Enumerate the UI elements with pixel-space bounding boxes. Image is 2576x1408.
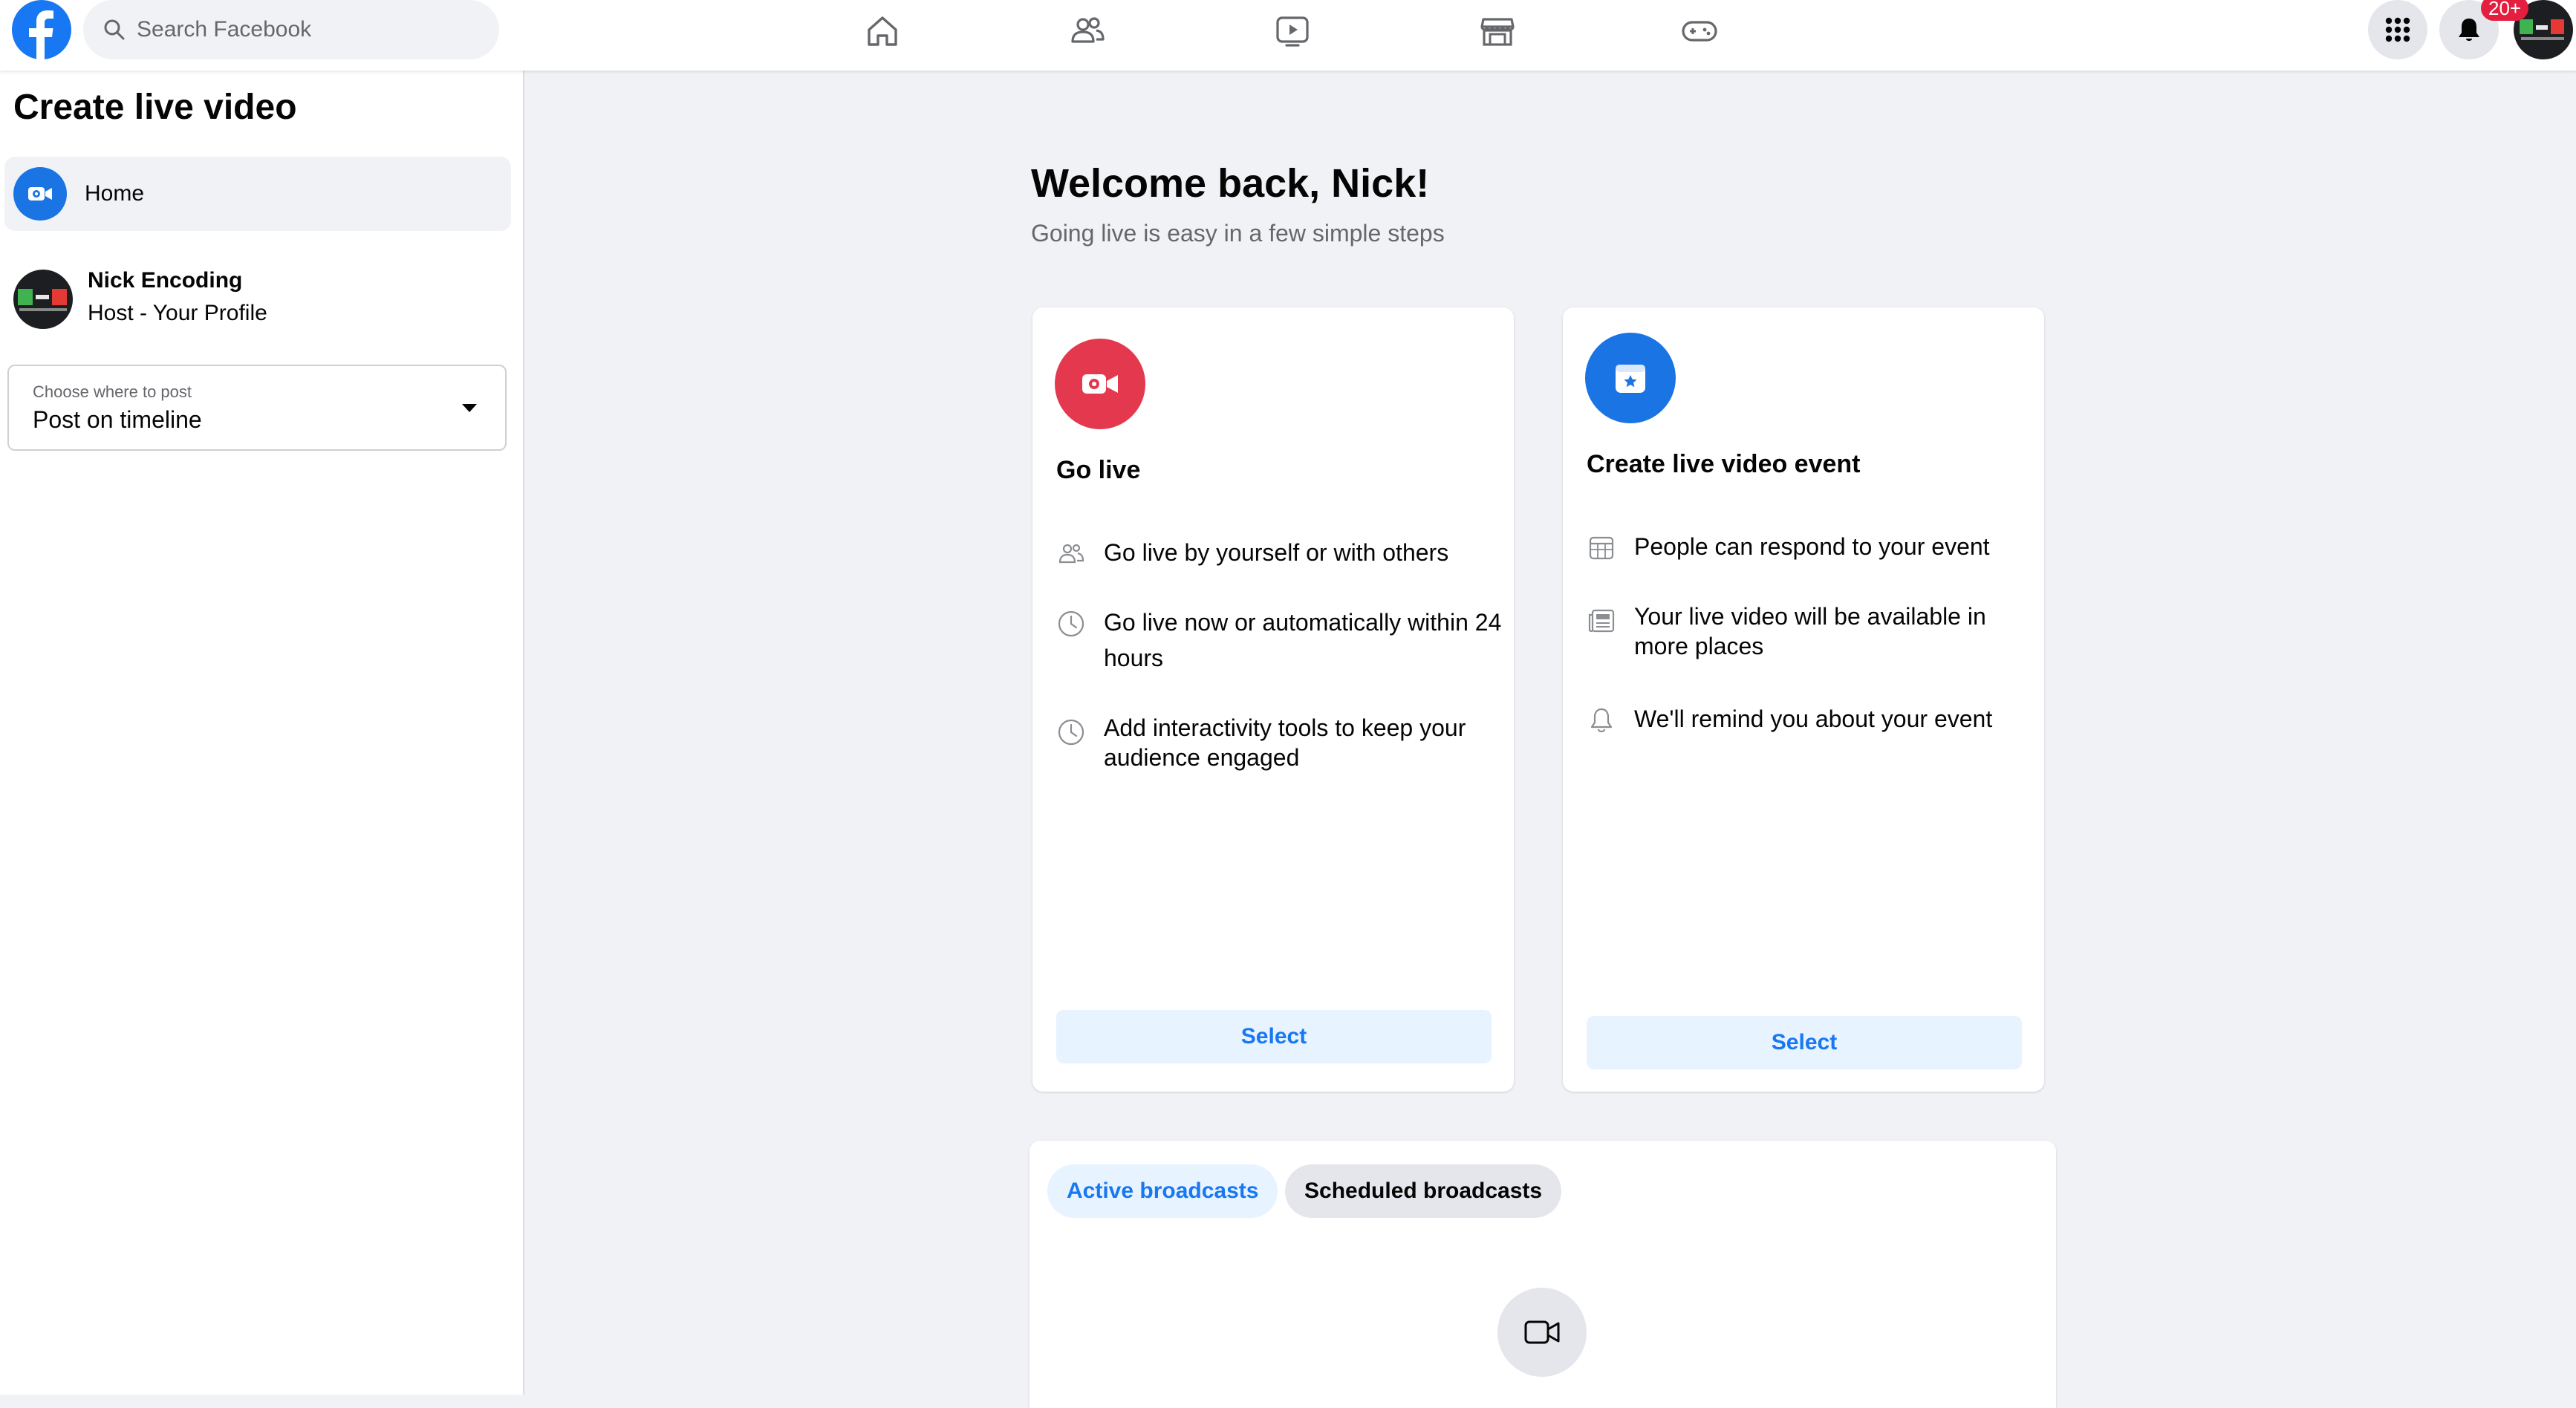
sidebar-item-label: Home: [85, 181, 145, 206]
live-home-icon: [13, 167, 67, 221]
sidebar-item-home[interactable]: Home: [4, 157, 511, 231]
welcome-subtitle: Going live is easy in a few simple steps: [1031, 220, 1445, 247]
live-event-card: Create live video event People can respo…: [1563, 307, 2044, 1092]
avatar[interactable]: [13, 270, 73, 329]
clock-icon: [1058, 610, 1084, 637]
newsfeed-icon: [1588, 609, 1615, 633]
feature-text: Go live by yourself or with others: [1104, 539, 1449, 566]
calendar-grid-icon: [1589, 536, 1614, 560]
broadcasts-panel: Active broadcasts Scheduled broadcasts: [1030, 1141, 2056, 1408]
post-select-value: Post on timeline: [33, 406, 202, 433]
people-icon: [1058, 544, 1084, 564]
search-placeholder: Search Facebook: [137, 17, 312, 42]
notification-badge: 20+: [2481, 0, 2529, 21]
top-navigation-bar: Search Facebook 20+: [0, 0, 2576, 71]
feature-text: Add interactivity tools to keep your aud…: [1104, 714, 1466, 771]
feature-text: Go live now or automatically within 24 h…: [1104, 609, 1502, 671]
clock-icon: [1058, 719, 1084, 746]
bell-icon: [2459, 19, 2479, 41]
bell-icon: [1590, 708, 1613, 733]
live-event-select-button[interactable]: Select: [1587, 1016, 2022, 1069]
post-select-label: Choose where to post: [33, 382, 192, 401]
calendar-star-icon: [1585, 333, 1676, 423]
grid-menu-icon: [2385, 17, 2410, 42]
card-title: Create live video event: [1587, 450, 1861, 478]
feature-text: People can respond to your event: [1634, 533, 1990, 560]
search-icon: [104, 19, 125, 40]
host-subtitle: Host - Your Profile: [88, 301, 267, 325]
post-destination-select[interactable]: Choose where to post Post on timeline: [7, 365, 507, 451]
card-title: Go live: [1056, 456, 1141, 484]
gaming-icon[interactable]: [1679, 10, 1720, 52]
menu-button[interactable]: [2368, 0, 2427, 59]
feature-text: Your live video will be available in mor…: [1634, 603, 1986, 659]
marketplace-icon[interactable]: [1477, 10, 1518, 52]
tab-scheduled-broadcasts[interactable]: Scheduled broadcasts: [1285, 1164, 1562, 1218]
page-title: Create live video: [13, 88, 297, 127]
friends-icon[interactable]: [1067, 10, 1108, 52]
go-live-select-button[interactable]: Select: [1056, 1010, 1492, 1063]
caret-down-icon: [462, 404, 477, 412]
tab-active-broadcasts[interactable]: Active broadcasts: [1047, 1164, 1278, 1218]
home-icon[interactable]: [862, 10, 903, 52]
feature-text: We'll remind you about your event: [1634, 705, 1993, 732]
welcome-title: Welcome back, Nick!: [1031, 161, 1430, 206]
host-name[interactable]: Nick Encoding: [88, 268, 242, 293]
live-camera-icon: [1055, 339, 1145, 429]
video-camera-icon: [1497, 1288, 1587, 1377]
go-live-card: Go live Go live by yourself or with othe…: [1032, 307, 1514, 1092]
facebook-logo-icon[interactable]: [12, 0, 71, 59]
search-input[interactable]: Search Facebook: [83, 0, 499, 59]
watch-icon[interactable]: [1272, 10, 1313, 52]
sidebar: Create live video Home Nick Encoding Hos…: [0, 71, 524, 1395]
